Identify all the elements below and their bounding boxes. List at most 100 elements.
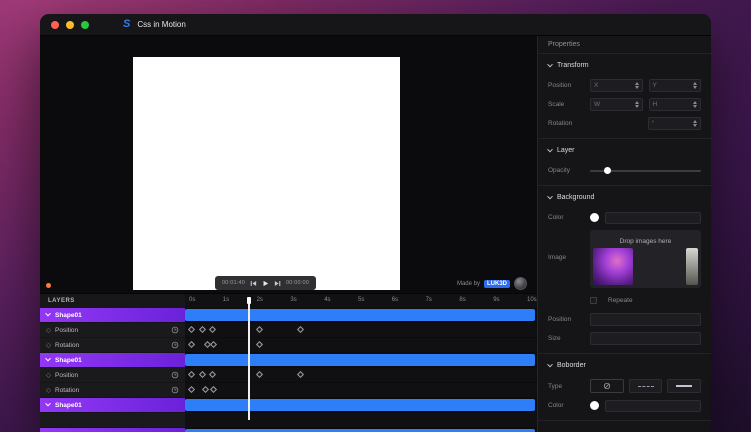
layer-property[interactable]: ◇ Position xyxy=(40,323,185,337)
image-thumbnail[interactable] xyxy=(593,248,633,285)
skip-forward-button[interactable] xyxy=(274,280,281,287)
bg-size-input[interactable] xyxy=(591,335,700,342)
scale-h-field[interactable] xyxy=(648,98,701,111)
rotation-input[interactable] xyxy=(648,120,693,127)
scale-w-input[interactable] xyxy=(591,101,635,108)
keyframe-diamond-icon[interactable] xyxy=(208,325,216,334)
layer-property[interactable] xyxy=(40,413,185,427)
stepper[interactable] xyxy=(634,100,642,109)
zoom-button[interactable] xyxy=(81,20,89,29)
layer-header[interactable]: Shape01 xyxy=(40,428,185,432)
keyframe-diamond-icon[interactable] xyxy=(198,370,206,379)
border-solid-button[interactable] xyxy=(667,379,702,393)
color-swatch[interactable] xyxy=(590,213,599,222)
layer-duration-bar[interactable] xyxy=(185,399,535,411)
clock-icon[interactable] xyxy=(171,386,179,394)
artboard[interactable] xyxy=(133,57,400,290)
author-badge[interactable]: LUK3D xyxy=(483,279,510,288)
stepper-up-icon[interactable] xyxy=(693,119,697,123)
stepper[interactable] xyxy=(634,81,642,90)
stepper-down-icon[interactable] xyxy=(693,124,697,128)
border-none-icon xyxy=(603,382,610,390)
transform-section-toggle[interactable]: Transform xyxy=(538,58,711,73)
stepper-down-icon[interactable] xyxy=(634,105,639,109)
keyframe-diamond-icon[interactable] xyxy=(255,340,264,349)
bg-position-field[interactable] xyxy=(590,313,701,326)
border-dashed-button[interactable] xyxy=(628,379,663,393)
layer-duration-bar[interactable] xyxy=(185,309,535,321)
keyframe-diamond-icon[interactable] xyxy=(188,370,196,379)
keyframe-track[interactable] xyxy=(185,323,537,337)
position-x-field[interactable] xyxy=(590,79,643,92)
keyframe-diamond-icon[interactable] xyxy=(255,370,264,379)
color-swatch[interactable] xyxy=(590,401,599,410)
repeat-checkbox[interactable] xyxy=(590,297,597,304)
position-x-input[interactable] xyxy=(591,82,635,89)
layer-section-toggle[interactable]: Layer xyxy=(538,143,711,158)
layer-property[interactable]: ◇ Rotation xyxy=(40,338,185,352)
stepper-up-icon[interactable] xyxy=(693,81,697,85)
layer-name: Shape01 xyxy=(55,356,82,364)
keyframe-diamond-icon[interactable] xyxy=(210,340,218,349)
layer-name: Shape01 xyxy=(55,401,82,409)
bg-position-input[interactable] xyxy=(591,316,700,323)
keyframe-diamond-icon[interactable] xyxy=(188,385,196,394)
stepper-up-icon[interactable] xyxy=(693,100,697,104)
keyframe-diamond-icon[interactable] xyxy=(188,325,196,334)
color-value-field[interactable] xyxy=(605,399,701,412)
keyframe-diamond-icon[interactable] xyxy=(208,370,216,379)
layer-property[interactable]: ◇ Position xyxy=(40,368,185,382)
clock-icon[interactable] xyxy=(171,326,179,334)
keyframe-diamond-icon[interactable] xyxy=(255,325,264,334)
stepper-down-icon[interactable] xyxy=(693,86,697,90)
playhead-handle-icon[interactable] xyxy=(246,297,251,304)
keyframe-diamond-icon[interactable] xyxy=(188,340,196,349)
stepper[interactable] xyxy=(693,100,700,109)
avatar[interactable] xyxy=(514,277,527,290)
image-thumbnail[interactable] xyxy=(686,248,698,285)
keyframe-diamond-icon[interactable] xyxy=(201,385,209,394)
keyframe-diamond-icon[interactable] xyxy=(296,370,304,379)
scale-w-field[interactable] xyxy=(590,98,643,111)
keyframe-track[interactable] xyxy=(185,383,537,397)
canvas-area[interactable]: 00:01:40 00:00:00 Made by LUK3D xyxy=(40,36,537,293)
slider-thumb-icon[interactable] xyxy=(603,166,611,174)
stepper-up-icon[interactable] xyxy=(634,81,639,85)
skip-back-button[interactable] xyxy=(250,280,257,287)
keyframe-diamond-icon[interactable] xyxy=(296,325,304,334)
keyframe-track[interactable] xyxy=(185,368,537,382)
rotation-field[interactable] xyxy=(647,117,701,130)
layer-header[interactable]: Shape01 xyxy=(40,353,185,367)
image-dropzone[interactable]: Drop images here xyxy=(590,230,701,288)
stepper[interactable] xyxy=(693,81,700,90)
position-y-field[interactable] xyxy=(648,79,701,92)
keyframe-track[interactable] xyxy=(185,338,537,352)
stepper-down-icon[interactable] xyxy=(693,105,697,109)
scale-h-input[interactable] xyxy=(649,101,693,108)
playhead[interactable] xyxy=(246,297,251,420)
close-button[interactable] xyxy=(51,20,59,29)
clock-icon[interactable] xyxy=(171,341,179,349)
keyframe-diamond-icon[interactable] xyxy=(198,325,206,334)
border-section-toggle[interactable]: Boborder xyxy=(538,358,711,373)
opacity-slider[interactable] xyxy=(590,166,701,175)
minimize-button[interactable] xyxy=(66,20,74,29)
border-none-button[interactable] xyxy=(590,379,624,393)
stepper-up-icon[interactable] xyxy=(634,100,639,104)
keyframe-diamond-icon[interactable] xyxy=(210,385,218,394)
layer-property[interactable]: ◇ Rotation xyxy=(40,383,185,397)
color-value-field[interactable] xyxy=(605,211,701,224)
play-button[interactable] xyxy=(262,280,269,287)
background-section-toggle[interactable]: Background xyxy=(538,190,711,205)
position-y-input[interactable] xyxy=(649,82,693,89)
layer-header[interactable]: Shape01 xyxy=(40,398,185,412)
stepper-down-icon[interactable] xyxy=(634,86,639,90)
keyframe-track[interactable] xyxy=(185,413,537,427)
stepper[interactable] xyxy=(693,119,700,128)
timeline-ruler[interactable]: 0s 1s 2s 3s 4s 5s 6s 7s 8s 9s 10s xyxy=(185,294,537,308)
clock-icon[interactable] xyxy=(171,371,179,379)
bg-size-field[interactable] xyxy=(590,332,701,345)
layer-duration-bar[interactable] xyxy=(185,354,535,366)
layer-header[interactable]: Shape01 xyxy=(40,308,185,322)
titlebar[interactable]: S Css in Motion xyxy=(40,14,711,36)
